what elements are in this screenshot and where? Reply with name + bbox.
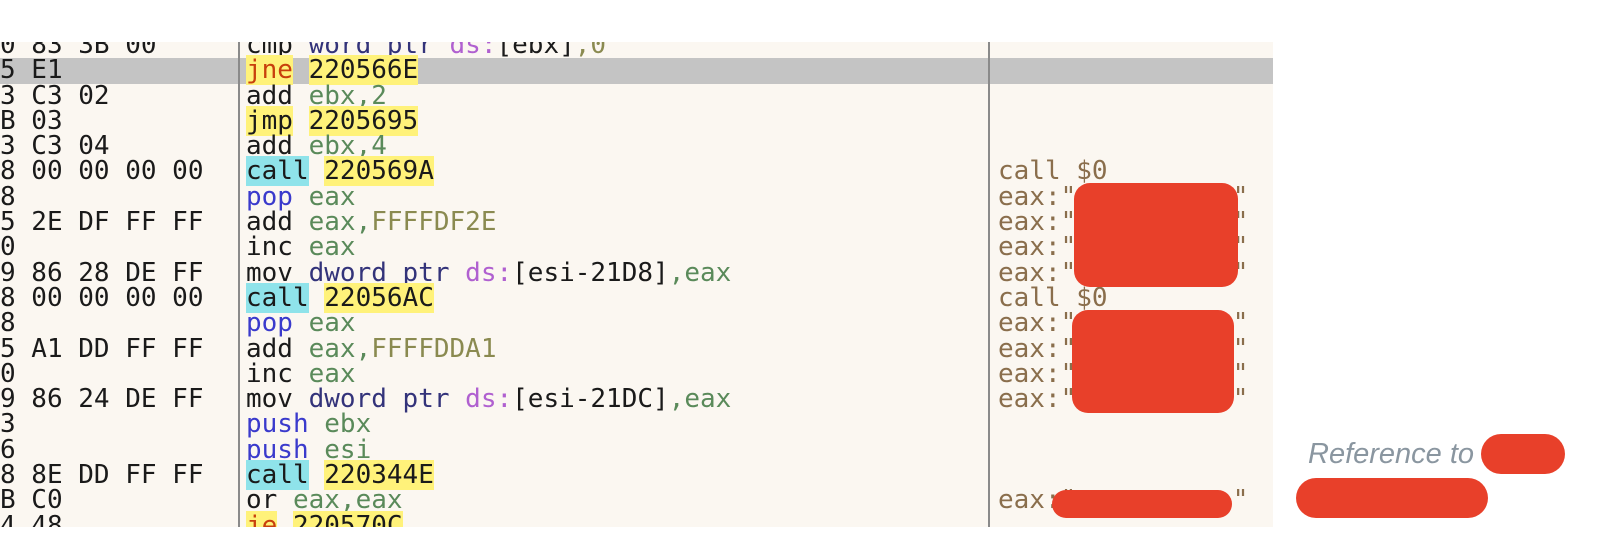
instruction-bytes: 9 86 24 DE FF — [0, 387, 204, 413]
operand: [ebx] — [496, 42, 575, 60]
table-row-selected[interactable]: 5 E1 jne 220566E — [0, 55, 1273, 86]
instruction-bytes: B 03 — [0, 108, 63, 135]
instruction-text: je 220570C — [246, 510, 403, 527]
instruction-bytes: 3 C3 04 — [0, 134, 110, 160]
table-row[interactable]: B 03 jmp 2205695 — [0, 105, 1273, 136]
redaction-block — [1074, 183, 1238, 287]
instruction-bytes: 3 C3 02 — [0, 83, 110, 109]
instruction-bytes: 6 — [0, 437, 16, 464]
operand: ,eax — [668, 384, 732, 415]
instruction-bytes: 0 — [0, 361, 16, 388]
instruction-bytes: 5 A1 DD FF FF — [0, 336, 204, 362]
table-row[interactable]: 0 83 3B 00 cmp word ptr ds:[ebx],0 — [0, 42, 1273, 58]
table-row[interactable]: 3 C3 02 add ebx,2 — [0, 83, 1273, 109]
instruction-bytes: B C0 — [0, 488, 63, 514]
operand: [esi-21DC] — [512, 384, 669, 415]
table-row[interactable]: 6 push esi — [0, 437, 1273, 464]
instruction-bytes: 3 — [0, 412, 16, 438]
instruction-bytes: 8 — [0, 184, 16, 211]
operand: [esi-21D8] — [512, 257, 669, 288]
instruction-bytes: 9 86 28 DE FF — [0, 260, 204, 286]
reference-annotation: Reference to — [1308, 438, 1475, 470]
instruction-bytes: 5 E1 — [0, 58, 63, 84]
instruction-bytes: 5 2E DF FF FF — [0, 210, 204, 236]
instruction-bytes: 0 — [0, 235, 16, 261]
operand: ds: — [465, 384, 513, 415]
instruction-bytes: 8 — [0, 311, 16, 337]
operand: ,0 — [574, 42, 607, 60]
operand: ,eax — [668, 257, 732, 288]
redaction-block — [1296, 478, 1488, 518]
table-row[interactable]: 8 00 00 00 00 call 220569A call $0 — [0, 156, 1273, 187]
operand: ds: — [449, 42, 497, 60]
table-row[interactable]: 3 push ebx — [0, 411, 1273, 438]
column-divider-bytes[interactable] — [238, 42, 240, 527]
instruction-bytes: 4 48 — [0, 514, 236, 527]
operand: FFFFDDA1 — [371, 333, 497, 364]
operand[interactable]: 220570C — [292, 510, 403, 527]
operand: ds: — [465, 257, 513, 288]
instruction-bytes: 8 8E DD FF FF — [0, 463, 204, 489]
redaction-block — [1481, 434, 1565, 474]
mnemonic: je — [246, 510, 278, 527]
comment: call $0 — [998, 156, 1108, 187]
redaction-block — [1052, 490, 1232, 518]
instruction-bytes: 0 83 3B 00 — [0, 42, 157, 59]
operand: FFFFDF2E — [371, 207, 497, 238]
instruction-text: or eax,eax — [246, 487, 403, 513]
column-divider-comments[interactable] — [988, 42, 990, 527]
instruction-bytes: 8 00 00 00 00 — [0, 159, 204, 185]
instruction-bytes: 8 00 00 00 00 — [0, 285, 204, 312]
redaction-block — [1072, 310, 1234, 413]
